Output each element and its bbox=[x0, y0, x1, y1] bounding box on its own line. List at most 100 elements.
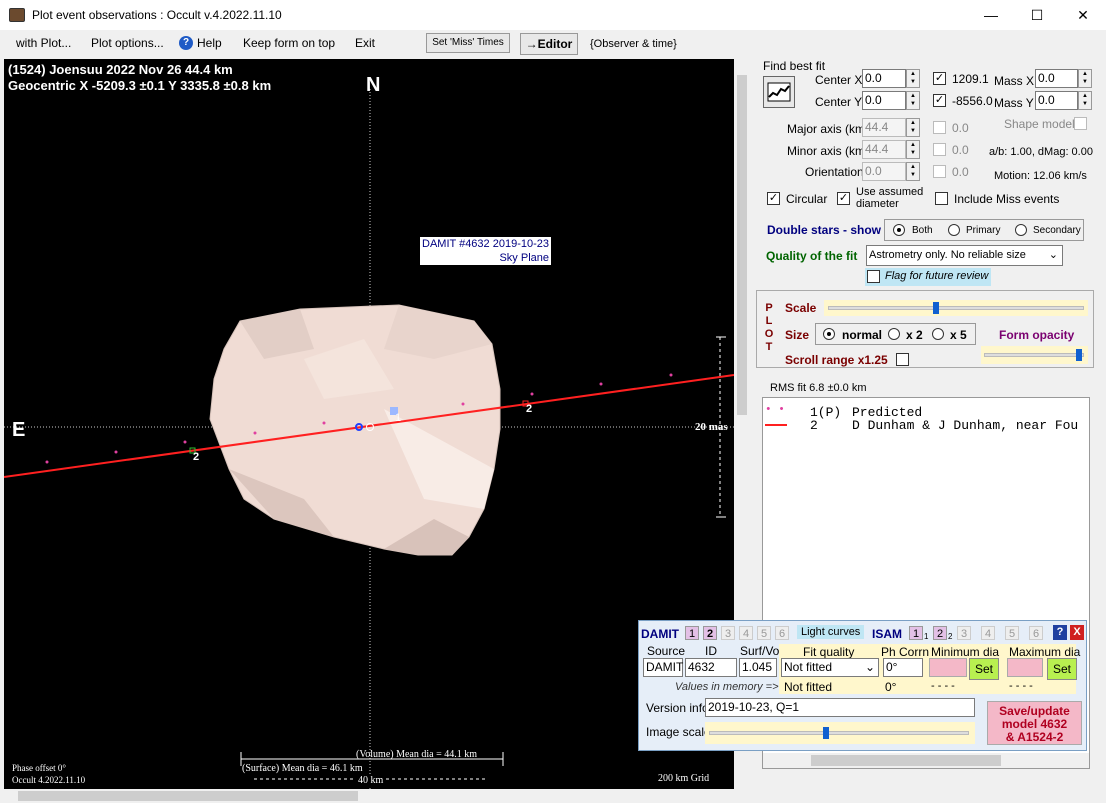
center-y-label: Center Y bbox=[815, 95, 863, 109]
isam-model-2[interactable]: 2 bbox=[933, 626, 947, 640]
save-model-button[interactable]: Save/update model 4632 & A1524-2 bbox=[987, 701, 1082, 745]
min-dia-field[interactable] bbox=[929, 658, 967, 677]
fit-x-value: 1209.1 bbox=[952, 72, 989, 86]
isam-model-6[interactable]: 6 bbox=[1029, 626, 1043, 640]
size-x5-radio[interactable] bbox=[932, 328, 944, 340]
minor-axis-checkbox[interactable] bbox=[933, 143, 946, 156]
min-dia-set-button[interactable]: Set bbox=[969, 658, 999, 680]
primary-radio[interactable] bbox=[948, 224, 960, 236]
size-x2-radio[interactable] bbox=[888, 328, 900, 340]
major-axis-input[interactable]: 44.4 bbox=[862, 118, 906, 137]
size-normal-radio[interactable] bbox=[823, 328, 835, 340]
source-field[interactable]: DAMIT bbox=[643, 658, 683, 677]
set-miss-times-button[interactable]: Set 'Miss' Times bbox=[426, 33, 510, 53]
max-dia-field[interactable] bbox=[1007, 658, 1043, 677]
scale-slider[interactable] bbox=[824, 300, 1088, 316]
image-scale-thumb[interactable] bbox=[823, 727, 830, 739]
orientation-checkbox[interactable] bbox=[933, 165, 946, 178]
orientation-input[interactable]: 0.0 bbox=[862, 162, 906, 181]
center-y-spinner[interactable]: ▲ ▼ bbox=[906, 91, 920, 110]
both-label: Both bbox=[912, 225, 933, 236]
circular-checkbox[interactable]: ✓ bbox=[767, 192, 780, 205]
version-info-field[interactable]: 2019-10-23, Q=1 bbox=[705, 698, 975, 717]
include-miss-checkbox[interactable] bbox=[935, 192, 948, 205]
maximize-button[interactable]: ☐ bbox=[1014, 0, 1060, 30]
observer-time-label[interactable]: {Observer & time} bbox=[590, 38, 677, 50]
min-dia-header: Minimum dia bbox=[931, 645, 1000, 659]
max-dia-set-button[interactable]: Set bbox=[1047, 658, 1077, 680]
center-x-spinner[interactable]: ▲ ▼ bbox=[906, 69, 920, 88]
major-axis-spinner[interactable]: ▲ ▼ bbox=[906, 118, 920, 137]
damit-model-1[interactable]: 1 bbox=[685, 626, 699, 640]
surfvol-field[interactable]: 1.045 bbox=[739, 658, 777, 677]
isam-sub-1: 1 bbox=[924, 632, 929, 641]
find-best-fit-button[interactable] bbox=[763, 76, 795, 108]
damit-model-2[interactable]: 2 bbox=[703, 626, 717, 640]
opacity-slider[interactable] bbox=[981, 346, 1088, 364]
flag-review-checkbox[interactable] bbox=[867, 270, 880, 283]
shape-model-checkbox[interactable] bbox=[1074, 117, 1087, 130]
damit-model-6[interactable]: 6 bbox=[775, 626, 789, 640]
menu-with-plot[interactable]: with Plot... bbox=[16, 36, 71, 50]
major-axis-checkbox[interactable] bbox=[933, 121, 946, 134]
damit-model-3[interactable]: 3 bbox=[721, 626, 735, 640]
scroll-range-checkbox[interactable] bbox=[896, 353, 909, 366]
minor-axis-input[interactable]: 44.4 bbox=[862, 140, 906, 159]
fit-y-checkbox[interactable]: ✓ bbox=[933, 94, 946, 107]
center-y-input[interactable]: 0.0 bbox=[862, 91, 906, 110]
menu-keep-on-top[interactable]: Keep form on top bbox=[243, 36, 335, 50]
close-button[interactable]: ✕ bbox=[1060, 0, 1106, 30]
isam-model-4[interactable]: 4 bbox=[981, 626, 995, 640]
menu-help[interactable]: Help bbox=[197, 36, 222, 50]
quality-select[interactable]: Astrometry only. No reliable size ⌄ bbox=[866, 245, 1063, 266]
isam-model-3[interactable]: 3 bbox=[957, 626, 971, 640]
scale-label: Scale bbox=[785, 301, 817, 315]
phcorr-field[interactable]: 0° bbox=[883, 658, 923, 677]
image-scale-slider[interactable] bbox=[705, 722, 975, 744]
scale-slider-thumb[interactable] bbox=[933, 302, 939, 314]
damit-close-button[interactable]: X bbox=[1070, 625, 1084, 640]
mas-scale-label: 20 mas bbox=[695, 421, 728, 433]
use-assumed-checkbox[interactable]: ✓ bbox=[837, 192, 850, 205]
damit-model-5[interactable]: 5 bbox=[757, 626, 771, 640]
secondary-label: Secondary bbox=[1033, 225, 1081, 236]
menu-plot-options[interactable]: Plot options... bbox=[91, 36, 164, 50]
id-field[interactable]: 4632 bbox=[685, 658, 737, 677]
both-radio[interactable] bbox=[893, 224, 905, 236]
minimize-button[interactable]: — bbox=[968, 0, 1014, 30]
help-icon[interactable]: ? bbox=[179, 36, 193, 50]
observer-2-num[interactable]: 2 bbox=[810, 418, 818, 433]
find-best-fit-label: Find best fit bbox=[763, 59, 826, 73]
menu-exit[interactable]: Exit bbox=[355, 36, 375, 50]
mass-y-input[interactable]: 0.0 bbox=[1035, 91, 1078, 110]
grid-label: 200 km Grid bbox=[658, 773, 710, 784]
surface-dia-label: (Surface) Mean dia = 46.1 km bbox=[242, 763, 363, 774]
fit-x-checkbox[interactable]: ✓ bbox=[933, 72, 946, 85]
mass-y-spinner[interactable]: ▲ ▼ bbox=[1078, 91, 1092, 110]
fit-quality-select[interactable]: Not fitted ⌄ bbox=[781, 658, 879, 677]
secondary-radio[interactable] bbox=[1015, 224, 1027, 236]
damit-help-button[interactable]: ? bbox=[1053, 625, 1067, 640]
id-header: ID bbox=[705, 644, 717, 658]
isam-model-5[interactable]: 5 bbox=[1005, 626, 1019, 640]
list-scroll-thumb[interactable] bbox=[811, 755, 1001, 766]
size-x5-label: x 5 bbox=[950, 328, 967, 342]
scale-slider-track bbox=[828, 306, 1084, 310]
mass-x-input[interactable]: 0.0 bbox=[1035, 69, 1078, 88]
horizontal-scroll-thumb[interactable] bbox=[18, 791, 358, 801]
quality-label: Quality of the fit bbox=[766, 249, 858, 263]
form-opacity-label: Form opacity bbox=[999, 328, 1075, 342]
vertical-scroll-thumb[interactable] bbox=[737, 75, 747, 415]
plot-area[interactable]: (1524) Joensuu 2022 Nov 26 44.4 km Geoce… bbox=[4, 59, 734, 789]
isam-model-1[interactable]: 1 bbox=[909, 626, 923, 640]
editor-button[interactable]: →Editor bbox=[520, 33, 578, 55]
minor-axis-spinner[interactable]: ▲ ▼ bbox=[906, 140, 920, 159]
light-curves-button[interactable]: Light curves bbox=[797, 625, 865, 639]
center-x-input[interactable]: 0.0 bbox=[862, 69, 906, 88]
orientation-spinner[interactable]: ▲ ▼ bbox=[906, 162, 920, 181]
use-assumed-line1: Use assumed bbox=[856, 186, 924, 198]
damit-model-4[interactable]: 4 bbox=[739, 626, 753, 640]
mass-x-spinner[interactable]: ▲ ▼ bbox=[1078, 69, 1092, 88]
opacity-slider-thumb[interactable] bbox=[1076, 349, 1083, 361]
observer-2-name[interactable]: D Dunham & J Dunham, near Fou bbox=[852, 418, 1088, 433]
